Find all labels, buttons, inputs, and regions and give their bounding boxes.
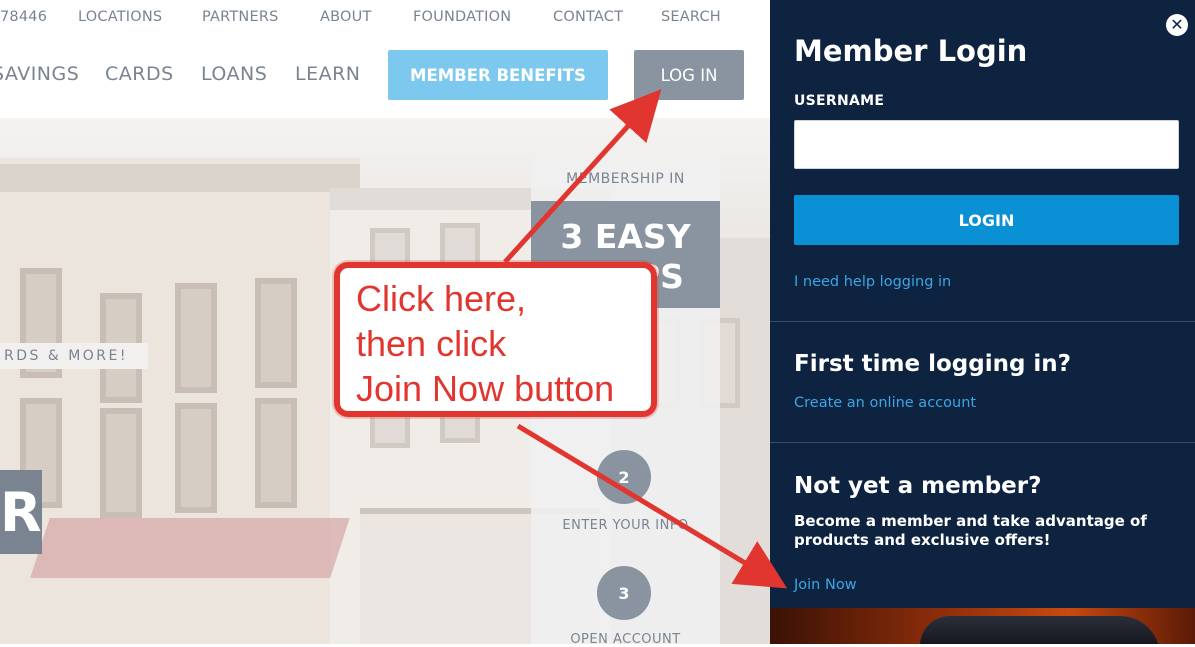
login-panel-title: Member Login bbox=[794, 34, 1028, 68]
not-member-text: Become a member and take advantage of pr… bbox=[794, 512, 1147, 549]
divider bbox=[770, 442, 1195, 443]
log-in-button[interactable]: LOG IN bbox=[634, 50, 744, 100]
help-logging-in-link[interactable]: I need help logging in bbox=[794, 274, 951, 290]
step-3-circle: 3 bbox=[597, 566, 651, 620]
annotation-text: Click here, then click Join Now button bbox=[356, 276, 614, 411]
nav-about[interactable]: ABOUT bbox=[320, 9, 372, 25]
promo-banner-image bbox=[770, 608, 1195, 644]
username-label: USERNAME bbox=[794, 93, 885, 109]
car-image bbox=[920, 616, 1160, 644]
nav-contact[interactable]: CONTACT bbox=[553, 9, 623, 25]
annotation-line-2: then click bbox=[356, 323, 507, 364]
nav-savings[interactable]: SAVINGS bbox=[0, 63, 79, 85]
nav-loans[interactable]: LOANS bbox=[201, 63, 267, 85]
login-button[interactable]: LOGIN bbox=[794, 195, 1179, 245]
member-login-panel: ✕ Member Login USERNAME LOGIN I need hel… bbox=[770, 0, 1195, 644]
step-3-label: OPEN ACCOUNT bbox=[570, 632, 681, 647]
annotation-line-1: Click here, bbox=[356, 278, 527, 319]
hero-tagline: RDS & MORE! bbox=[0, 343, 148, 369]
not-member-title: Not yet a member? bbox=[794, 473, 1042, 499]
step-2-circle: 2 bbox=[597, 450, 651, 504]
hero-heading-fragment: R bbox=[0, 470, 42, 554]
utility-nav: 78446 LOCATIONS PARTNERS ABOUT FOUNDATIO… bbox=[0, 0, 770, 36]
close-icon[interactable]: ✕ bbox=[1166, 14, 1188, 36]
phone-number-link[interactable]: 78446 bbox=[0, 9, 47, 25]
steps-heading-line1: 3 EASY bbox=[560, 217, 691, 256]
username-input[interactable] bbox=[794, 120, 1179, 169]
join-now-link[interactable]: Join Now bbox=[794, 577, 857, 593]
first-time-title: First time logging in? bbox=[794, 351, 1072, 377]
annotation-line-3: Join Now button bbox=[356, 368, 615, 409]
create-account-link[interactable]: Create an online account bbox=[794, 395, 976, 411]
steps-intro: MEMBERSHIP IN bbox=[566, 171, 685, 187]
nav-search[interactable]: SEARCH bbox=[661, 9, 721, 25]
step-2-label: ENTER YOUR INFO bbox=[562, 518, 689, 533]
nav-learn[interactable]: LEARN bbox=[295, 63, 361, 85]
member-benefits-button[interactable]: MEMBER BENEFITS bbox=[388, 50, 608, 100]
nav-foundation[interactable]: FOUNDATION bbox=[413, 9, 511, 25]
nav-partners[interactable]: PARTNERS bbox=[202, 9, 279, 25]
divider bbox=[770, 321, 1195, 322]
annotation-callout: Click here, then click Join Now button bbox=[334, 262, 657, 417]
nav-locations[interactable]: LOCATIONS bbox=[78, 9, 162, 25]
nav-cards[interactable]: CARDS bbox=[105, 63, 174, 85]
